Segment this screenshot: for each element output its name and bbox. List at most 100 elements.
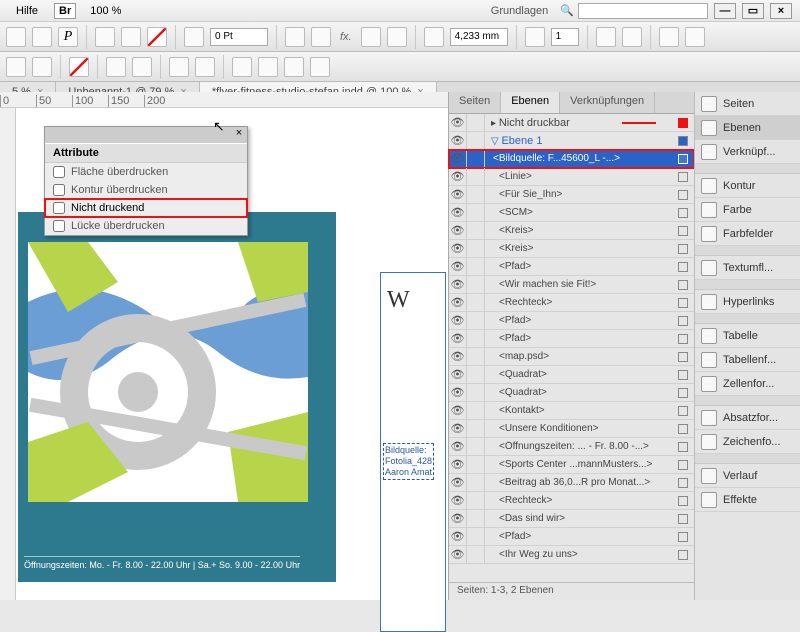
layer-row[interactable]: 👁<Rechteck> — [449, 294, 694, 312]
measure-input[interactable]: 4,233 mm — [450, 28, 508, 46]
layer-row[interactable]: 👁 ▸ Nicht druckbar — [449, 114, 694, 132]
attr-overprint-stroke[interactable]: Kontur überdrucken — [45, 181, 247, 199]
layer-row[interactable]: 👁<map.psd> — [449, 348, 694, 366]
layer-row[interactable]: 👁<Pfad> — [449, 330, 694, 348]
sidebar-item[interactable]: Absatzfor... — [695, 406, 800, 430]
eye-icon[interactable]: 👁 — [449, 402, 467, 420]
eye-icon[interactable]: 👁 — [449, 528, 467, 546]
maximize-button[interactable]: ▭ — [742, 3, 764, 19]
close-icon[interactable]: × — [231, 127, 247, 143]
layer-row[interactable]: 👁<Kreis> — [449, 240, 694, 258]
layer-row[interactable]: 👁<Für Sie_Ihn> — [449, 186, 694, 204]
tool-icon[interactable] — [258, 57, 278, 77]
sidebar-item[interactable]: Hyperlinks — [695, 290, 800, 314]
layer-row[interactable]: 👁<Pfad> — [449, 258, 694, 276]
eye-icon[interactable]: 👁 — [449, 204, 467, 222]
tool-icon[interactable] — [169, 57, 189, 77]
sidebar-item[interactable]: Zellenfor... — [695, 372, 800, 396]
eye-icon[interactable]: 👁 — [449, 276, 467, 294]
stroke-width-input[interactable]: 0 Pt — [210, 28, 268, 46]
sidebar-item[interactable]: Textumfl... — [695, 256, 800, 280]
tool-icon[interactable] — [596, 27, 616, 47]
tab-seiten[interactable]: Seiten — [449, 92, 501, 113]
sidebar-item[interactable]: Zeichenfo... — [695, 430, 800, 454]
eye-icon[interactable]: 👁 — [449, 294, 467, 312]
bridge-icon[interactable]: Br — [54, 3, 76, 19]
tool-icon[interactable] — [284, 57, 304, 77]
layer-row[interactable]: 👁<Quadrat> — [449, 366, 694, 384]
minimize-button[interactable]: — — [714, 3, 736, 19]
eye-icon[interactable]: 👁 — [449, 132, 467, 150]
tab-verknuepfungen[interactable]: Verknüpfungen — [560, 92, 655, 113]
eye-icon[interactable]: 👁 — [449, 312, 467, 330]
layer-row[interactable]: 👁<Quadrat> — [449, 384, 694, 402]
char-icon[interactable]: P — [58, 27, 78, 47]
stroke-icon[interactable] — [184, 27, 204, 47]
layer-row[interactable]: 👁<Sports Center ...mannMusters...> — [449, 456, 694, 474]
tool-icon[interactable] — [232, 57, 252, 77]
tool-icon[interactable] — [310, 57, 330, 77]
attr-nonprinting[interactable]: Nicht druckend — [45, 199, 247, 217]
tool-icon[interactable] — [285, 27, 305, 47]
attr-overprint-gap[interactable]: Lücke überdrucken — [45, 217, 247, 235]
tool-icon[interactable] — [361, 27, 381, 47]
tool-icon[interactable] — [659, 27, 679, 47]
layer-row-selected[interactable]: 👁 <Bildquelle: F...45600_L -...> — [449, 150, 694, 168]
layer-row[interactable]: 👁<Wir machen sie Fit!> — [449, 276, 694, 294]
crop-icon[interactable] — [424, 27, 444, 47]
layer-row[interactable]: 👁<Das sind wir> — [449, 510, 694, 528]
eye-icon[interactable]: 👁 — [449, 168, 467, 186]
no-fill-icon[interactable] — [147, 27, 167, 47]
tool-icon[interactable] — [525, 27, 545, 47]
zoom-level[interactable]: 100 % — [90, 5, 121, 17]
sidebar-item[interactable]: Farbe — [695, 198, 800, 222]
tab-ebenen[interactable]: Ebenen — [501, 92, 560, 113]
sidebar-item[interactable]: Effekte — [695, 488, 800, 512]
eye-icon[interactable]: 👁 — [449, 510, 467, 528]
layer-row[interactable]: 👁<Unsere Konditionen> — [449, 420, 694, 438]
eye-icon[interactable]: 👁 — [449, 456, 467, 474]
fx-icon[interactable]: fx. — [340, 31, 352, 43]
layer-row[interactable]: 👁<Ihr Weg zu uns> — [449, 546, 694, 564]
tool-icon[interactable] — [622, 27, 642, 47]
tool-icon[interactable] — [121, 27, 141, 47]
layer-row[interactable]: 👁<Öffnungszeiten: ... - Fr. 8.00 -...> — [449, 438, 694, 456]
tool-icon[interactable] — [32, 57, 52, 77]
index-input[interactable]: 1 — [551, 28, 579, 46]
tool-icon[interactable] — [132, 57, 152, 77]
layer-row[interactable]: 👁<Beitrag ab 36,0...R pro Monat...> — [449, 474, 694, 492]
attr-overprint-fill[interactable]: Fläche überdrucken — [45, 163, 247, 181]
page-artboard[interactable]: Öffnungszeiten: Mo. - Fr. 8.00 - 22.00 U… — [18, 212, 336, 582]
eye-icon[interactable]: 👁 — [449, 114, 467, 132]
no-fill-icon[interactable] — [69, 57, 89, 77]
eye-icon[interactable]: 👁 — [449, 546, 467, 564]
sidebar-item[interactable]: Tabelle — [695, 324, 800, 348]
sidebar-item[interactable]: Kontur — [695, 174, 800, 198]
tool-icon[interactable] — [95, 27, 115, 47]
layer-row[interactable]: 👁<Kreis> — [449, 222, 694, 240]
sidebar-item[interactable]: Tabellenf... — [695, 348, 800, 372]
attribute-panel[interactable]: × Attribute Fläche überdrucken Kontur üb… — [44, 126, 248, 236]
sidebar-item[interactable]: Seiten — [695, 92, 800, 116]
sidebar-item[interactable]: Farbfelder — [695, 222, 800, 246]
eye-icon[interactable]: 👁 — [449, 348, 467, 366]
tool-icon[interactable] — [311, 27, 331, 47]
eye-icon[interactable]: 👁 — [449, 384, 467, 402]
eye-icon[interactable]: 👁 — [449, 366, 467, 384]
eye-icon[interactable]: 👁 — [449, 438, 467, 456]
help-menu[interactable]: Hilfe — [8, 3, 46, 19]
page-2-sliver[interactable]: W Bildquelle: Fotolia_428 Aaron Amat — [380, 272, 446, 632]
sidebar-item[interactable]: Verknüpf... — [695, 140, 800, 164]
eye-icon[interactable]: 👁 — [449, 420, 467, 438]
layer-row[interactable]: 👁<Pfad> — [449, 312, 694, 330]
sidebar-item[interactable]: Ebenen — [695, 116, 800, 140]
tool-icon[interactable] — [6, 27, 26, 47]
tool-icon[interactable] — [32, 27, 52, 47]
tool-icon[interactable] — [195, 57, 215, 77]
eye-icon[interactable]: 👁 — [449, 186, 467, 204]
sidebar-item[interactable]: Verlauf — [695, 464, 800, 488]
eye-icon[interactable]: 👁 — [449, 150, 467, 168]
search-input[interactable] — [578, 3, 708, 19]
layer-row[interactable]: 👁<Kontakt> — [449, 402, 694, 420]
layer-row[interactable]: 👁<Linie> — [449, 168, 694, 186]
